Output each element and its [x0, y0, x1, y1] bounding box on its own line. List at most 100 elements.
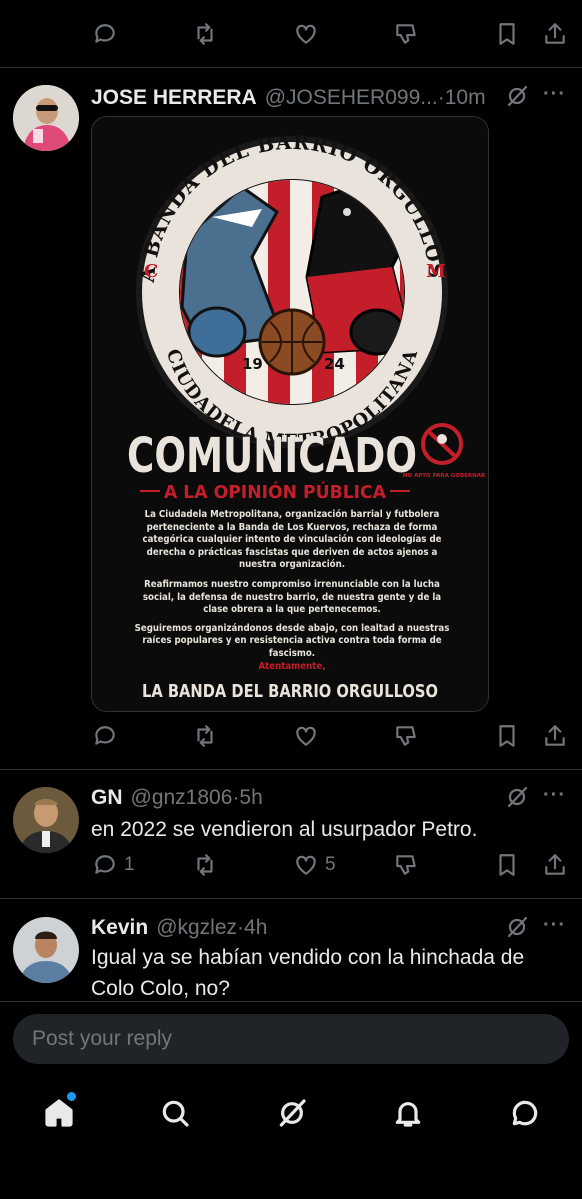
dislike-button[interactable]	[393, 716, 419, 756]
repost-icon	[197, 725, 213, 747]
grok-icon	[507, 85, 528, 107]
grok-button[interactable]	[505, 785, 529, 809]
bookmark-icon	[499, 725, 515, 747]
author-name[interactable]: GN	[91, 786, 123, 810]
separator-dot: ·	[232, 786, 240, 809]
reply-button[interactable]: 1	[92, 845, 135, 885]
author-handle[interactable]: @gnz1806	[131, 786, 233, 810]
heart-icon	[296, 24, 316, 44]
author-handle[interactable]: @kgzlez	[156, 916, 237, 940]
like-count: 5	[325, 854, 336, 875]
separator-dot: ·	[237, 916, 245, 939]
share-icon	[545, 23, 565, 44]
poster-graphic: LA BANDA DEL BARRIO ORGULLOSO CIUDADELA …	[92, 117, 488, 711]
avatar-image	[13, 787, 79, 853]
reply-header: GN @gnz1806 · 5h	[91, 786, 263, 810]
poster-signoff: Atentamente,	[258, 660, 326, 672]
like-button[interactable]	[293, 716, 319, 756]
nav-notifications[interactable]	[378, 1080, 438, 1146]
reply-text: en 2022 se vendieron al usurpador Petro.	[91, 818, 478, 841]
avatar-kevin[interactable]	[13, 917, 79, 983]
year-left: 19	[242, 355, 263, 373]
like-button[interactable]: 5	[293, 845, 336, 885]
more-button[interactable]: ···	[543, 83, 566, 106]
grok-button[interactable]	[505, 84, 529, 108]
reply-input[interactable]	[13, 1014, 569, 1064]
nav-grok[interactable]	[262, 1080, 322, 1146]
poster-paragraph-1: La Ciudadela Metropolitana, organización…	[142, 509, 442, 571]
nav-search[interactable]	[145, 1080, 205, 1146]
bookmark-button[interactable]	[494, 845, 520, 885]
reply-icon	[95, 855, 115, 874]
author-name[interactable]: Kevin	[91, 916, 148, 940]
share-icon	[545, 854, 565, 875]
poster-subhead: A LA OPINIÓN PÚBLICA	[164, 481, 386, 503]
heart-icon	[296, 726, 316, 746]
divider	[0, 769, 582, 770]
home-icon	[45, 1099, 73, 1127]
bookmark-button[interactable]	[494, 14, 520, 54]
heart-icon	[296, 855, 316, 875]
reply-text: Igual ya se habían vendido con la hincha…	[91, 946, 525, 1000]
reply-time[interactable]: 4h	[244, 916, 267, 940]
avatar-gn[interactable]	[13, 787, 79, 853]
ring-letter-m: M	[426, 261, 446, 282]
post-time[interactable]: 10m	[445, 86, 486, 110]
avatar-image	[13, 85, 79, 151]
reply-button[interactable]	[92, 716, 118, 756]
more-button[interactable]: ···	[543, 914, 566, 937]
more-button[interactable]: ···	[543, 784, 566, 807]
bottom-nav	[0, 1080, 582, 1146]
reply-count: 1	[124, 854, 135, 875]
avatar-jose[interactable]	[13, 85, 79, 151]
dislike-button[interactable]	[393, 14, 419, 54]
reply-actions: 1 5	[0, 845, 582, 885]
author-name[interactable]: JOSE HERRERA	[91, 86, 257, 110]
poster-footer: LA BANDA DEL BARRIO ORGULLOSO	[142, 681, 438, 702]
dislike-button[interactable]	[393, 845, 419, 885]
divider	[0, 67, 582, 68]
author-handle[interactable]: @JOSEHER099...	[265, 86, 438, 110]
badge-text: NO APTO PARA GOBERNAR	[403, 473, 486, 479]
search-icon	[162, 1100, 189, 1127]
grok-button[interactable]	[505, 915, 529, 939]
repost-button[interactable]	[192, 716, 218, 756]
share-icon	[545, 725, 565, 746]
post-image[interactable]: LA BANDA DEL BARRIO ORGULLOSO CIUDADELA …	[91, 116, 489, 712]
thumbs-down-icon	[396, 726, 416, 746]
poster-paragraph-2: Reafirmamos nuestro compromiso irrenunci…	[142, 578, 442, 616]
reply-icon	[95, 24, 115, 43]
share-button[interactable]	[542, 14, 568, 54]
share-button[interactable]	[542, 845, 568, 885]
repost-icon	[197, 23, 213, 45]
nav-messages[interactable]	[495, 1080, 555, 1146]
separator-dot: ·	[437, 86, 445, 109]
bookmark-icon	[499, 23, 515, 45]
poster-paragraph-3: Seguiremos organizándonos desde abajo, c…	[134, 622, 450, 659]
grok-icon	[279, 1099, 306, 1127]
like-button[interactable]	[293, 14, 319, 54]
reply-composer[interactable]	[13, 1014, 569, 1064]
reply-button[interactable]	[92, 14, 118, 54]
reply-icon	[95, 726, 115, 745]
repost-button[interactable]	[192, 845, 218, 885]
divider	[0, 1001, 582, 1002]
post-actions	[0, 716, 582, 756]
grok-icon	[507, 916, 528, 938]
share-button[interactable]	[542, 716, 568, 756]
reply-header: Kevin @kgzlez · 4h	[91, 916, 267, 940]
year-right: 24	[324, 355, 345, 373]
post-header: JOSE HERRERA @JOSEHER099... · 10m	[91, 86, 486, 110]
nav-home[interactable]	[29, 1080, 89, 1146]
reply-time[interactable]: 5h	[239, 786, 262, 810]
thumbs-down-icon	[396, 24, 416, 44]
ring-letter-c: C	[144, 261, 158, 282]
bell-icon	[395, 1102, 421, 1127]
repost-icon	[197, 854, 213, 876]
repost-button[interactable]	[192, 14, 218, 54]
thumbs-down-icon	[396, 855, 416, 875]
grok-icon	[507, 786, 528, 808]
bookmark-button[interactable]	[494, 716, 520, 756]
top-tweet-actions	[0, 14, 582, 54]
notification-dot	[67, 1092, 76, 1101]
